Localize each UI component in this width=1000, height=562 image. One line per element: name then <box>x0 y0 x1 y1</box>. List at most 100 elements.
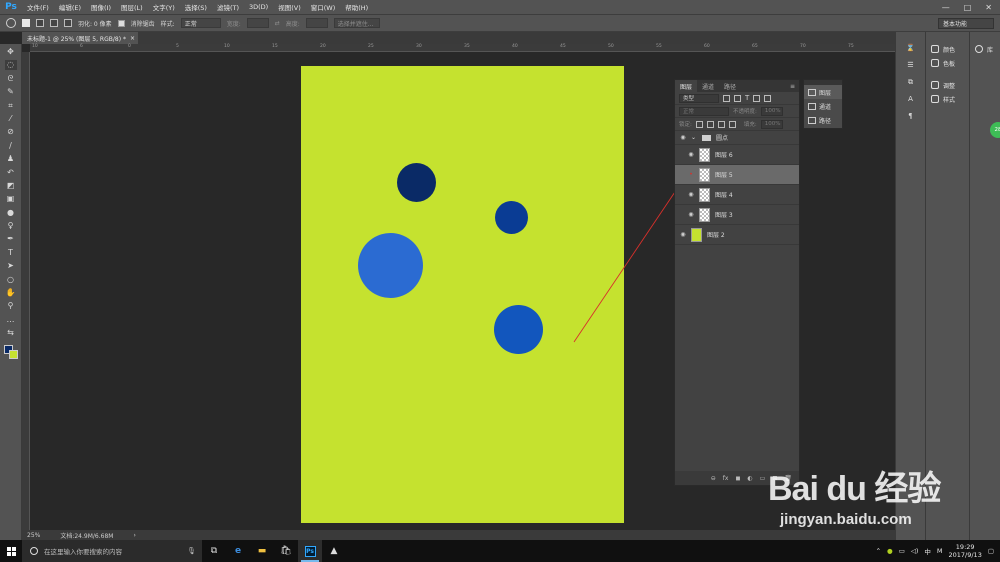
quick-select-tool-icon[interactable]: ✎ <box>5 87 17 97</box>
fill-field[interactable]: 100% <box>760 119 783 129</box>
visibility-eye-hidden-icon[interactable]: • <box>683 171 699 178</box>
color-panel-button[interactable]: 颜色 <box>926 42 969 56</box>
show-hidden-icons-icon[interactable]: ⌃ <box>876 547 881 555</box>
subtract-selection-icon[interactable] <box>50 19 58 27</box>
task-view-icon[interactable]: ⧉ <box>202 540 226 562</box>
filter-adjustment-icon[interactable] <box>734 94 741 102</box>
crop-tool-icon[interactable]: ⌗ <box>5 101 17 111</box>
eyedropper-tool-icon[interactable]: ⁄ <box>5 114 17 124</box>
visibility-eye-icon[interactable]: ◉ <box>683 211 699 218</box>
filter-shape-icon[interactable] <box>753 94 761 102</box>
swap-icon[interactable]: ⇄ <box>275 20 280 27</box>
volume-icon[interactable]: ◁) <box>911 547 919 555</box>
lasso-tool-icon[interactable]: ᘓ <box>5 74 17 84</box>
add-mask-icon[interactable]: ◼ <box>735 475 740 482</box>
swap-colors-icon[interactable]: ⇆ <box>5 328 17 338</box>
wechat-tray-icon[interactable]: ● <box>887 547 893 555</box>
gradient-tool-icon[interactable]: ▣ <box>5 194 17 204</box>
path-selection-tool-icon[interactable]: ➤ <box>5 261 17 271</box>
tab-channels[interactable]: 通道 <box>697 80 719 92</box>
dodge-tool-icon[interactable]: ♀ <box>5 221 17 231</box>
ellipse-tool-icon[interactable]: ○ <box>5 275 17 285</box>
menu-image[interactable]: 图像(I) <box>86 2 116 12</box>
file-explorer-icon[interactable]: ▬ <box>250 540 274 562</box>
filter-smart-icon[interactable] <box>764 94 772 102</box>
menu-file[interactable]: 文件(F) <box>22 2 54 12</box>
styles-panel-button[interactable]: 样式 <box>926 92 969 106</box>
move-tool-icon[interactable]: ✥ <box>5 47 17 57</box>
menu-select[interactable]: 选择(S) <box>180 2 212 12</box>
layer-row[interactable]: ◉ 图层 6 <box>675 145 799 165</box>
feather-field[interactable]: 羽化: 0 像素 <box>78 19 112 28</box>
layer-group-row[interactable]: ◉ ⌄ 圆点 <box>675 131 799 145</box>
new-selection-icon[interactable] <box>22 19 30 27</box>
new-layer-icon[interactable]: ⊞ <box>772 475 777 482</box>
taskbar-search-box[interactable]: 在这里输入你要搜索的内容 🎙 <box>22 540 202 562</box>
input-method-indicator[interactable]: 中 <box>924 546 931 556</box>
mini-paths-button[interactable]: 路径 <box>804 113 842 127</box>
visibility-eye-icon[interactable]: ◉ <box>675 134 691 141</box>
horizontal-ruler[interactable]: 10 6 0 5 10 15 20 25 30 35 40 45 50 55 60 65 70 75 <box>30 44 895 52</box>
healing-brush-tool-icon[interactable]: ⊘ <box>5 127 17 137</box>
lock-transparency-icon[interactable] <box>695 120 703 128</box>
ime-mode-indicator[interactable]: M <box>937 547 943 555</box>
menu-layer[interactable]: 图层(L) <box>116 2 148 12</box>
visibility-eye-icon[interactable]: ◉ <box>675 231 691 238</box>
lock-position-icon[interactable] <box>717 120 725 128</box>
mini-layers-button[interactable]: 图层 <box>804 85 842 99</box>
background-layer-row[interactable]: ◉ 图层 2 <box>675 225 799 245</box>
menu-view[interactable]: 视图(V) <box>273 2 306 12</box>
taskbar-clock[interactable]: 19:29 2017/9/13 <box>949 543 982 559</box>
swatches-panel-button[interactable]: 色板 <box>926 56 969 70</box>
paragraph-icon[interactable]: ¶ <box>905 110 917 122</box>
workspace-select[interactable]: 基本功能 <box>938 17 994 29</box>
libraries-panel-button[interactable]: 库 <box>970 42 1000 56</box>
status-menu-arrow[interactable]: › <box>133 532 135 539</box>
dark-navy-circle[interactable] <box>397 163 436 202</box>
layer-filter-select[interactable]: 类型 <box>679 93 719 103</box>
history-brush-tool-icon[interactable]: ↶ <box>5 168 17 178</box>
hand-tool-icon[interactable]: ✋ <box>5 288 17 298</box>
menu-filter[interactable]: 滤镜(T) <box>212 2 244 12</box>
menu-edit[interactable]: 编辑(E) <box>54 2 86 12</box>
style-select[interactable]: 正常 <box>180 18 221 28</box>
store-icon[interactable]: 🛍 <box>274 540 298 562</box>
maximize-button[interactable]: □ <box>964 3 972 12</box>
layer-row[interactable]: ◉ 图层 3 <box>675 205 799 225</box>
menu-help[interactable]: 帮助(H) <box>340 2 373 12</box>
filter-type-icon[interactable]: T <box>745 94 749 102</box>
close-tab-icon[interactable]: × <box>130 35 135 42</box>
chevron-down-icon[interactable]: ⌄ <box>691 134 696 141</box>
more-tools-icon[interactable]: … <box>5 315 17 325</box>
layer-row[interactable]: • 图层 5 <box>675 165 799 185</box>
lock-pixels-icon[interactable] <box>706 120 714 128</box>
intersect-selection-icon[interactable] <box>64 19 72 27</box>
start-button[interactable] <box>0 540 22 562</box>
visibility-eye-icon[interactable]: ◉ <box>683 151 699 158</box>
notification-center-icon[interactable]: ▢ <box>988 547 994 555</box>
new-group-icon[interactable]: ▭ <box>760 475 766 482</box>
panel-menu-icon[interactable]: ≡ <box>790 83 799 90</box>
photoshop-taskbar-icon[interactable]: Ps <box>298 540 322 562</box>
network-icon[interactable]: ▭ <box>899 547 905 555</box>
add-selection-icon[interactable] <box>36 19 44 27</box>
antialias-checkbox[interactable] <box>117 19 125 27</box>
menu-type[interactable]: 文字(Y) <box>148 2 180 12</box>
background-color-swatch[interactable] <box>9 350 18 359</box>
fx-icon[interactable]: fx <box>723 475 729 482</box>
vertical-ruler[interactable] <box>22 52 30 530</box>
eraser-tool-icon[interactable]: ◩ <box>5 181 17 191</box>
microphone-icon[interactable]: 🎙 <box>187 547 196 555</box>
tab-layers[interactable]: 图层 <box>675 80 698 92</box>
blend-mode-select[interactable]: 正常 <box>679 106 729 116</box>
lock-all-icon[interactable] <box>728 120 736 128</box>
minimize-button[interactable]: — <box>942 3 950 12</box>
document-tab[interactable]: 未标题-1 @ 25% (图层 5, RGB/8) * × <box>22 32 138 44</box>
type-tool-icon[interactable]: T <box>5 248 17 258</box>
adjustment-layer-icon[interactable]: ◐ <box>747 475 752 482</box>
elliptical-marquee-icon[interactable] <box>6 18 16 28</box>
menu-window[interactable]: 窗口(W) <box>306 2 341 12</box>
tab-paths[interactable]: 路径 <box>719 80 741 92</box>
link-layers-icon[interactable]: ⊖ <box>711 475 716 482</box>
brush-tool-icon[interactable]: ∕ <box>5 141 17 151</box>
